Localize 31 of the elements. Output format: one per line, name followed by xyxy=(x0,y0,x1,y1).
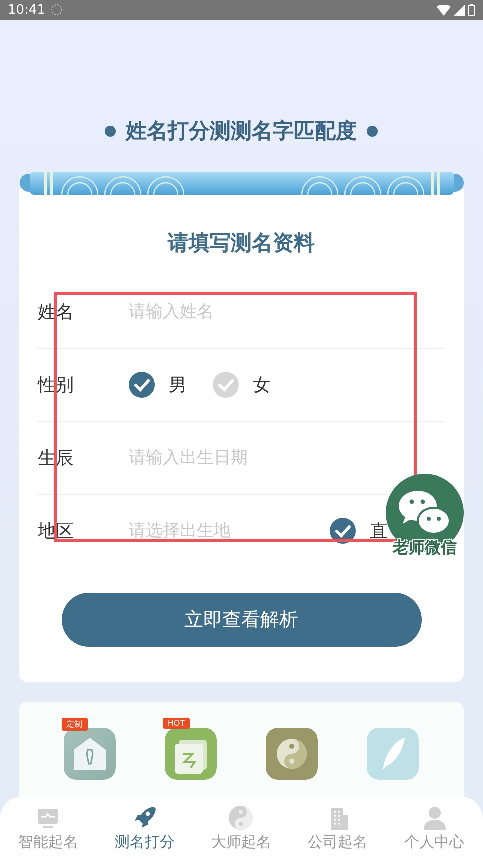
yin-yang-icon[interactable] xyxy=(266,728,318,780)
checkbox[interactable] xyxy=(330,518,356,544)
checkbox[interactable] xyxy=(213,372,239,398)
field-label: 姓名 xyxy=(38,301,75,324)
tile-badge: HOT xyxy=(162,718,190,729)
name-card-icon[interactable] xyxy=(164,728,217,780)
signal-icon xyxy=(454,4,465,16)
submit-button[interactable]: 立即查看解析 xyxy=(62,593,422,647)
tie-icon[interactable] xyxy=(64,728,116,780)
title-dot xyxy=(105,126,116,136)
title-dot xyxy=(367,126,378,136)
nav-tab[interactable]: 公司起名 xyxy=(308,805,368,852)
checkbox[interactable] xyxy=(129,372,155,398)
sync-icon xyxy=(51,4,64,16)
option-label: 女 xyxy=(253,374,271,397)
yin-yang-icon xyxy=(228,805,254,831)
tile-badge: 定制 xyxy=(62,718,88,731)
status-time: 10:41 xyxy=(8,2,46,18)
nav-tab[interactable]: 大师起名 xyxy=(211,805,272,852)
form-title: 请填写测名资料 xyxy=(166,230,316,257)
wifi-icon xyxy=(437,4,451,16)
option-label: 男 xyxy=(169,374,187,397)
nav-tab[interactable]: 测名打分 xyxy=(114,805,175,852)
option-label: 直 xyxy=(370,520,388,543)
field-label: 生辰 xyxy=(38,447,75,470)
field-label: 性别 xyxy=(38,374,75,397)
nav-tab[interactable]: 个人中心 xyxy=(404,805,465,852)
person-icon xyxy=(422,805,448,831)
page-title: 姓名打分测测名字匹配度 xyxy=(126,117,357,145)
nav-tab[interactable]: 智能起名 xyxy=(18,805,78,852)
battery-icon xyxy=(468,4,475,16)
